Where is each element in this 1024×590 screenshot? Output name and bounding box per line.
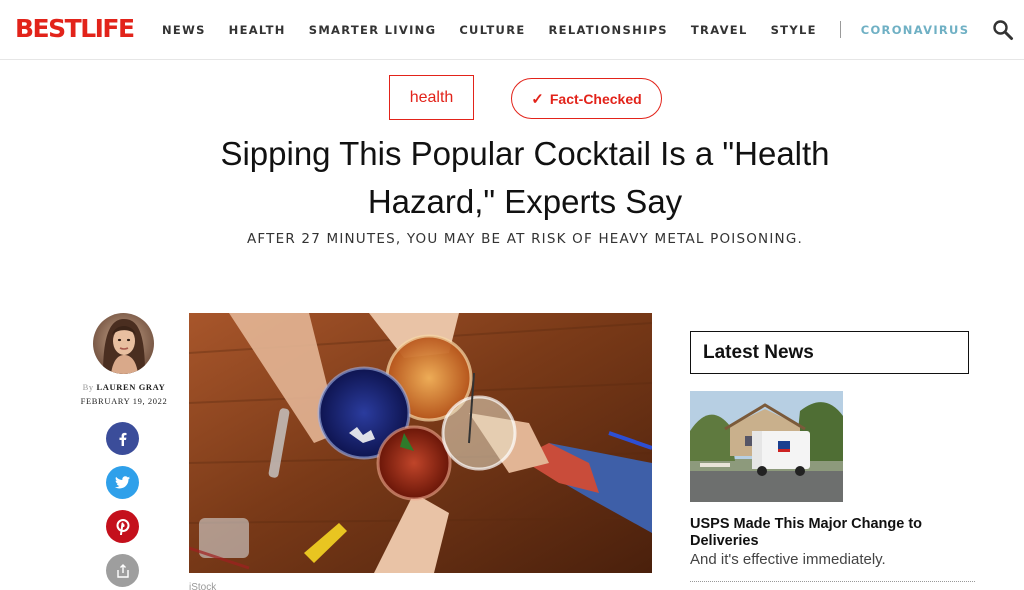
nav-item-style[interactable]: STYLE: [771, 22, 817, 38]
site-logo[interactable]: BESTLIFE: [15, 13, 135, 45]
site-header: BESTLIFE NEWS HEALTH SMARTER LIVING CULT…: [0, 0, 1024, 60]
latest-news-dek: And it's effective immediately.: [690, 551, 886, 568]
fact-checked-badge[interactable]: ✓ Fact-Checked: [511, 78, 662, 119]
category-tag[interactable]: health: [389, 75, 474, 120]
nav-item-coronavirus[interactable]: CORONAVIRUS: [861, 22, 970, 38]
nav-item-relationships[interactable]: RELATIONSHIPS: [549, 22, 668, 38]
main-nav: NEWS HEALTH SMARTER LIVING CULTURE RELAT…: [162, 21, 969, 38]
article-headline: Sipping This Popular Cocktail Is a "Heal…: [220, 135, 830, 220]
byline: By LAUREN GRAY: [60, 382, 188, 392]
author-name[interactable]: LAUREN GRAY: [96, 382, 165, 392]
latest-news-heading: Latest News: [690, 331, 969, 374]
twitter-icon[interactable]: [106, 466, 139, 499]
share-icon[interactable]: [106, 554, 139, 587]
nav-item-culture[interactable]: CULTURE: [459, 22, 525, 38]
check-icon: ✓: [531, 90, 544, 108]
divider: [690, 581, 975, 582]
author-avatar[interactable]: [93, 313, 154, 374]
nav-item-health[interactable]: HEALTH: [229, 22, 286, 38]
fact-checked-label: Fact-Checked: [549, 90, 642, 107]
facebook-icon[interactable]: [106, 422, 139, 455]
publish-date: FEBRUARY 19, 2022: [80, 396, 168, 406]
latest-news-title[interactable]: USPS Made This Major Change to Deliverie…: [690, 516, 970, 550]
search-icon[interactable]: [992, 19, 1014, 41]
pinterest-icon[interactable]: [106, 510, 139, 543]
nav-item-travel[interactable]: TRAVEL: [691, 22, 748, 38]
image-credit: iStock: [189, 582, 217, 590]
byline-prefix: By: [82, 382, 94, 392]
nav-item-news[interactable]: NEWS: [162, 22, 206, 38]
latest-news-thumbnail[interactable]: [690, 391, 843, 502]
article-dek: AFTER 27 MINUTES, YOU MAY BE AT RISK OF …: [247, 231, 803, 247]
hero-image: [189, 313, 652, 573]
nav-divider: [839, 21, 841, 38]
nav-item-smarter-living[interactable]: SMARTER LIVING: [309, 22, 437, 38]
